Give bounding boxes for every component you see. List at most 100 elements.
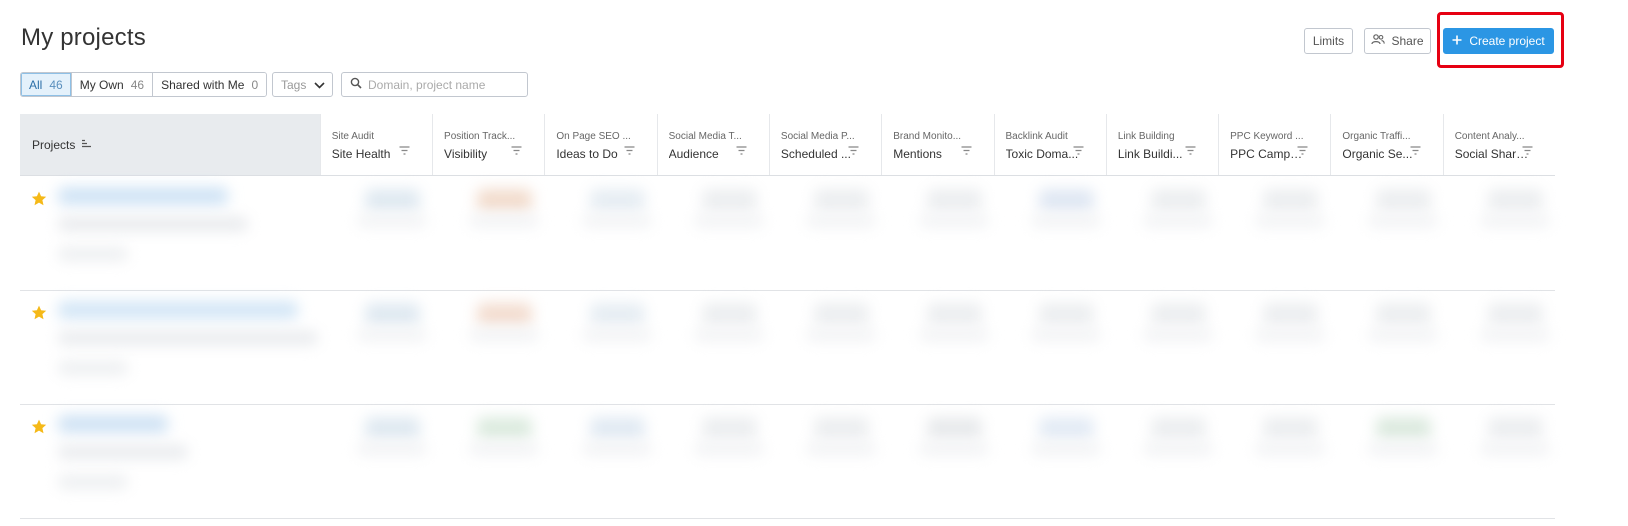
column-tool-name: Social Media P... — [780, 131, 855, 142]
sort-icon[interactable] — [1185, 142, 1196, 160]
chevron-down-icon — [314, 78, 325, 92]
column-header[interactable]: Social Media P... Scheduled ... — [768, 114, 882, 175]
create-project-button[interactable]: Create project — [1443, 28, 1554, 54]
limits-button-label: Limits — [1312, 34, 1345, 48]
metric-cell-blurred — [477, 417, 533, 439]
sort-icon[interactable] — [1410, 142, 1421, 160]
column-header[interactable]: PPC Keyword ... PPC Campa... — [1218, 114, 1331, 175]
metric-cell-blurred — [926, 303, 982, 325]
metric-cell-blurred — [589, 189, 645, 211]
filter-tab-count: 46 — [49, 77, 63, 92]
metric-cell-blurred — [814, 417, 870, 439]
metric-subcell-blurred — [1255, 443, 1326, 455]
column-header[interactable]: Backlink Audit Toxic Doma... — [993, 114, 1106, 175]
filter-tab-all[interactable]: All 46 — [21, 73, 72, 96]
column-tool-name: Brand Monito... — [893, 131, 962, 142]
column-metric-name: Ideas to Do — [556, 147, 618, 161]
metric-subcell-blurred — [357, 329, 427, 341]
column-metric-name: Mentions — [893, 147, 942, 161]
projects-column-header[interactable]: Projects — [20, 114, 320, 175]
metric-cell-blurred — [1488, 189, 1543, 211]
sort-icon[interactable] — [736, 142, 747, 160]
project-name-blurred — [58, 187, 228, 205]
metric-cell-blurred — [1151, 189, 1207, 211]
column-header[interactable]: Site Audit Site Health — [319, 114, 433, 175]
metric-cell-blurred — [1263, 417, 1319, 439]
metric-subcell-blurred — [1030, 443, 1101, 455]
sort-ascending-icon[interactable] — [81, 138, 92, 152]
metric-subcell-blurred — [1143, 443, 1214, 455]
column-tool-name: Backlink Audit — [1005, 131, 1068, 142]
share-button[interactable]: Share — [1364, 28, 1431, 54]
sort-icon[interactable] — [624, 142, 635, 160]
search-icon — [350, 76, 362, 94]
sort-icon[interactable] — [399, 142, 410, 160]
metric-cell-blurred — [1263, 303, 1319, 325]
metric-subcell-blurred — [469, 329, 540, 341]
sort-icon[interactable] — [848, 142, 859, 160]
filter-tab-label: My Own — [79, 77, 124, 92]
sort-icon[interactable] — [1073, 142, 1084, 160]
column-header[interactable]: Brand Monito... Mentions — [881, 114, 994, 175]
column-tool-name: Social Media T... — [668, 131, 742, 142]
column-header[interactable]: Position Track... Visibility — [432, 114, 545, 175]
metric-cell-blurred — [1488, 417, 1543, 439]
metric-subcell-blurred — [469, 215, 540, 227]
metric-subcell-blurred — [918, 215, 989, 227]
table-row[interactable] — [20, 405, 1555, 519]
metric-subcell-blurred — [1143, 329, 1214, 341]
table-row[interactable] — [20, 291, 1555, 405]
sort-icon[interactable] — [1522, 142, 1533, 160]
column-header[interactable]: On Page SEO ... Ideas to Do — [544, 114, 657, 175]
project-filter-tabs: All 46 My Own 46 Shared with Me 0 — [20, 72, 268, 97]
metric-cell-blurred — [814, 189, 870, 211]
metric-cell-blurred — [1038, 417, 1094, 439]
metric-subcell-blurred — [1255, 329, 1326, 341]
project-domain-blurred — [58, 217, 248, 231]
metric-subcell-blurred — [1480, 329, 1550, 341]
column-tool-name: Link Building — [1117, 131, 1175, 142]
tags-dropdown[interactable]: Tags — [272, 72, 333, 97]
metric-subcell-blurred — [918, 443, 989, 455]
column-header[interactable]: Link Building Link Buildi... — [1105, 114, 1219, 175]
metric-subcell-blurred — [918, 329, 989, 341]
metric-subcell-blurred — [1143, 215, 1214, 227]
table-row[interactable] — [20, 177, 1555, 291]
column-metric-name: Site Health — [331, 147, 391, 161]
filter-tab-my-own[interactable]: My Own 46 — [71, 73, 154, 96]
metric-cell-blurred — [589, 303, 645, 325]
metric-subcell-blurred — [469, 443, 540, 455]
project-domain-blurred — [58, 331, 318, 345]
filter-tab-count: 0 — [251, 77, 259, 92]
sort-icon[interactable] — [1297, 142, 1308, 160]
metric-cell-blurred — [926, 417, 982, 439]
favorite-star-icon[interactable] — [31, 305, 47, 325]
column-header[interactable]: Content Analy... Social Shares — [1442, 114, 1555, 175]
metric-cell-blurred — [365, 189, 420, 211]
metric-cell-blurred — [365, 417, 420, 439]
metric-cell-blurred — [1151, 417, 1207, 439]
column-tool-name: Organic Traffi... — [1342, 131, 1411, 142]
search-field[interactable] — [341, 72, 528, 97]
metric-subcell-blurred — [693, 215, 764, 227]
metric-subcell-blurred — [806, 215, 877, 227]
filter-tab-shared[interactable]: Shared with Me 0 — [153, 73, 267, 96]
sort-icon[interactable] — [961, 142, 972, 160]
column-tool-name: Site Audit — [331, 131, 374, 142]
metric-cell-blurred — [589, 417, 645, 439]
column-metric-name: PPC Campa... — [1230, 147, 1305, 161]
metric-subcell-blurred — [581, 215, 652, 227]
column-header[interactable]: Organic Traffi... Organic Se... — [1330, 114, 1443, 175]
favorite-star-icon[interactable] — [31, 419, 47, 439]
table-header: Projects Site Audit Site Health Position T… — [20, 114, 1555, 176]
metric-subcell-blurred — [1030, 329, 1101, 341]
column-header[interactable]: Social Media T... Audience — [656, 114, 769, 175]
sort-icon[interactable] — [511, 142, 522, 160]
metric-subcell-blurred — [1480, 215, 1550, 227]
share-button-label: Share — [1391, 34, 1424, 48]
metric-cell-blurred — [477, 303, 533, 325]
favorite-star-icon[interactable] — [31, 191, 47, 211]
metric-subcell-blurred — [806, 329, 877, 341]
limits-button[interactable]: Limits — [1304, 28, 1353, 54]
search-input[interactable] — [368, 77, 518, 92]
